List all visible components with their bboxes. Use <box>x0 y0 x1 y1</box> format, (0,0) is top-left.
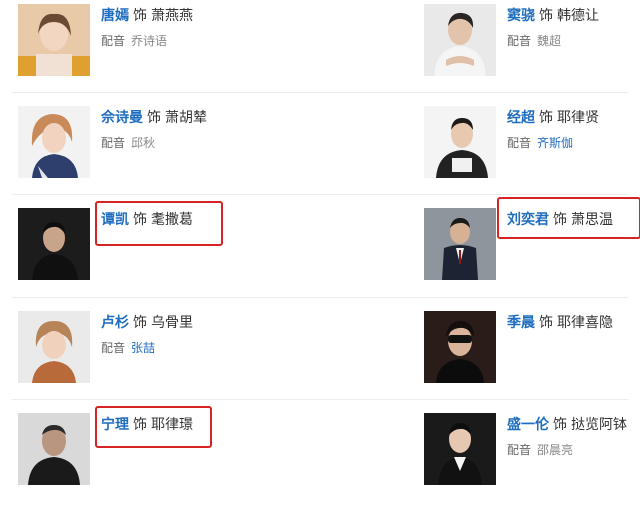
actor-photo[interactable] <box>424 311 496 383</box>
as-text: 饰 <box>133 212 147 228</box>
as-text: 饰 <box>553 212 567 228</box>
as-text: 饰 <box>133 315 147 331</box>
dub-label: 配音 <box>101 136 126 150</box>
cast-card: 盛一伦饰挞览阿钵 配音 邵晨亮 <box>424 409 640 509</box>
as-text: 饰 <box>539 315 553 331</box>
cast-line: 卢杉饰乌骨里 <box>101 313 193 333</box>
cast-row: 唐嫣饰萧燕燕 配音 乔诗语 窦骁饰韩德让 配音 魏超 <box>0 0 640 102</box>
actor-photo[interactable] <box>424 413 496 485</box>
cast-row: 卢杉饰乌骨里 配音 张喆 季晨饰耶律喜隐 <box>0 307 640 409</box>
dub-line: 配音 魏超 <box>507 32 561 50</box>
actor-link[interactable]: 经超 <box>507 110 535 126</box>
cast-card: 窦骁饰韩德让 配音 魏超 <box>424 0 640 100</box>
dub-line: 配音 乔诗语 <box>101 32 167 50</box>
cast-card: 佘诗曼饰萧胡辇 配音 邱秋 <box>18 102 318 202</box>
role-name: 耄撒葛 <box>151 212 193 228</box>
as-text: 饰 <box>133 8 147 24</box>
actor-link[interactable]: 谭凯 <box>101 212 129 228</box>
cast-line: 宁理饰耶律璟 <box>101 415 193 435</box>
dub-name: 邵晨亮 <box>537 443 574 457</box>
cast-line: 佘诗曼饰萧胡辇 <box>101 108 207 128</box>
role-name: 萧思温 <box>571 212 613 228</box>
actor-photo[interactable] <box>18 208 90 280</box>
dub-line: 配音 齐斯伽 <box>507 134 573 152</box>
dub-line: 配音 邱秋 <box>101 134 155 152</box>
role-name: 乌骨里 <box>151 315 193 331</box>
row-divider <box>12 297 628 298</box>
as-text: 饰 <box>553 417 567 433</box>
dub-name: 乔诗语 <box>131 34 168 48</box>
actor-link[interactable]: 盛一伦 <box>507 417 549 433</box>
actor-photo[interactable] <box>18 4 90 76</box>
cast-card: 卢杉饰乌骨里 配音 张喆 <box>18 307 318 407</box>
actor-photo[interactable] <box>18 413 90 485</box>
role-name: 萧燕燕 <box>151 8 193 24</box>
dub-name[interactable]: 齐斯伽 <box>537 136 573 150</box>
actor-link[interactable]: 佘诗曼 <box>101 110 143 126</box>
cast-line: 谭凯饰耄撒葛 <box>101 210 193 230</box>
role-name: 耶律贤 <box>557 110 599 126</box>
actor-photo[interactable] <box>18 106 90 178</box>
dub-name: 邱秋 <box>131 136 156 150</box>
dub-label: 配音 <box>507 136 532 150</box>
role-name: 韩德让 <box>557 8 599 24</box>
cast-line: 刘奕君饰萧思温 <box>507 210 613 230</box>
cast-card: 宁理饰耶律璟 <box>18 409 318 509</box>
cast-line: 经超饰耶律贤 <box>507 108 599 128</box>
actor-photo[interactable] <box>424 4 496 76</box>
cast-row: 宁理饰耶律璟 盛一伦饰挞览阿钵 配音 邵晨亮 <box>0 409 640 511</box>
actor-link[interactable]: 唐嫣 <box>101 8 129 24</box>
dub-line: 配音 张喆 <box>101 339 155 357</box>
as-text: 饰 <box>539 8 553 24</box>
dub-label: 配音 <box>507 34 532 48</box>
as-text: 饰 <box>539 110 553 126</box>
actor-link[interactable]: 宁理 <box>101 417 129 433</box>
actor-link[interactable]: 窦骁 <box>507 8 535 24</box>
dub-label: 配音 <box>507 443 532 457</box>
as-text: 饰 <box>133 417 147 433</box>
actor-photo[interactable] <box>424 106 496 178</box>
actor-link[interactable]: 刘奕君 <box>507 212 549 228</box>
cast-line: 盛一伦饰挞览阿钵 <box>507 415 627 435</box>
cast-line: 窦骁饰韩德让 <box>507 6 599 26</box>
actor-link[interactable]: 季晨 <box>507 315 535 331</box>
row-divider <box>12 399 628 400</box>
cast-grid: 唐嫣饰萧燕燕 配音 乔诗语 窦骁饰韩德让 配音 魏超 佘诗曼饰萧胡辇 配音 邱秋 经超… <box>0 0 640 485</box>
dub-name[interactable]: 张喆 <box>131 341 155 355</box>
cast-line: 唐嫣饰萧燕燕 <box>101 6 193 26</box>
actor-photo[interactable] <box>18 311 90 383</box>
cast-card: 季晨饰耶律喜隐 <box>424 307 640 407</box>
dub-label: 配音 <box>101 34 126 48</box>
cast-card: 刘奕君饰萧思温 <box>424 204 640 304</box>
role-name: 耶律喜隐 <box>557 315 613 331</box>
actor-photo[interactable] <box>424 208 496 280</box>
actor-link[interactable]: 卢杉 <box>101 315 129 331</box>
cast-row: 谭凯饰耄撒葛 刘奕君饰萧思温 <box>0 204 640 306</box>
as-text: 饰 <box>147 110 161 126</box>
role-name: 萧胡辇 <box>165 110 207 126</box>
cast-card: 唐嫣饰萧燕燕 配音 乔诗语 <box>18 0 318 100</box>
dub-label: 配音 <box>101 341 126 355</box>
row-divider <box>12 194 628 195</box>
role-name: 耶律璟 <box>151 417 193 433</box>
cast-card: 谭凯饰耄撒葛 <box>18 204 318 304</box>
cast-line: 季晨饰耶律喜隐 <box>507 313 613 333</box>
dub-line: 配音 邵晨亮 <box>507 441 573 459</box>
role-name: 挞览阿钵 <box>571 417 627 433</box>
cast-row: 佘诗曼饰萧胡辇 配音 邱秋 经超饰耶律贤 配音 齐斯伽 <box>0 102 640 204</box>
dub-name: 魏超 <box>537 34 562 48</box>
row-divider <box>12 92 628 93</box>
cast-card: 经超饰耶律贤 配音 齐斯伽 <box>424 102 640 202</box>
